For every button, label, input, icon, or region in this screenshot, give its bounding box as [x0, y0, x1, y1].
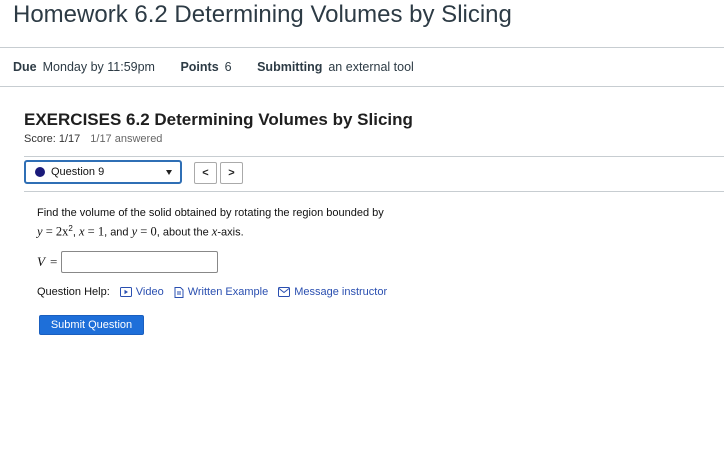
answer-variable: V: [37, 254, 45, 269]
written-example-label: Written Example: [187, 286, 269, 298]
question-text: Find the volume of the solid obtained by…: [37, 205, 384, 241]
question-help: Question Help: Video Written Example Mes…: [37, 286, 387, 298]
and-text: , and: [104, 226, 129, 239]
score-value: Score: 1/17: [24, 133, 81, 145]
page-title: Homework 6.2 Determining Volumes by Slic…: [13, 1, 512, 28]
video-link[interactable]: Video: [119, 286, 164, 298]
due-label: Due: [13, 60, 37, 74]
video-icon: [119, 287, 132, 297]
points-value: 6: [224, 60, 232, 74]
question-status-dot-icon: [35, 167, 45, 177]
next-question-button[interactable]: >: [220, 162, 243, 184]
divider: [0, 47, 724, 48]
submitting-label: Submitting: [257, 60, 323, 74]
about-text: , about the: [156, 226, 209, 239]
divider: [24, 191, 724, 192]
question-select[interactable]: Question 9: [24, 160, 182, 184]
answer-equals: =: [49, 254, 58, 269]
question-line-2: y = 2x2, x = 1, and y = 0, about the x-a…: [37, 224, 244, 239]
caret-down-icon: [166, 170, 172, 175]
video-link-label: Video: [135, 286, 164, 298]
question-select-label: Question 9: [51, 166, 105, 178]
message-instructor-link[interactable]: Message instructor: [278, 286, 387, 298]
axis-text: -axis.: [217, 226, 244, 239]
submitting-value: an external tool: [328, 60, 414, 74]
envelope-icon: [278, 287, 291, 297]
points-label: Points: [180, 60, 219, 74]
divider: [0, 86, 724, 87]
due-value: Monday by 11:59pm: [42, 60, 155, 74]
written-example-link[interactable]: Written Example: [174, 286, 269, 298]
score-line: Score: 1/17 1/17 answered: [24, 133, 162, 145]
document-icon: [174, 286, 184, 298]
assignment-details: Due Monday by 11:59pm Points 6 Submitting a…: [13, 60, 436, 74]
answered-count: 1/17 answered: [90, 133, 163, 145]
answer-input[interactable]: [61, 251, 219, 273]
divider: [24, 156, 724, 157]
message-instructor-label: Message instructor: [294, 286, 388, 298]
answer-row: V =: [37, 251, 219, 273]
exercise-title: EXERCISES 6.2 Determining Volumes by Sli…: [24, 110, 413, 129]
previous-question-button[interactable]: <: [194, 162, 217, 184]
math-2x: 2x: [55, 224, 69, 239]
submit-question-button[interactable]: Submit Question: [39, 315, 144, 335]
question-line-1: Find the volume of the solid obtained by…: [37, 207, 384, 219]
help-label: Question Help:: [37, 286, 110, 298]
